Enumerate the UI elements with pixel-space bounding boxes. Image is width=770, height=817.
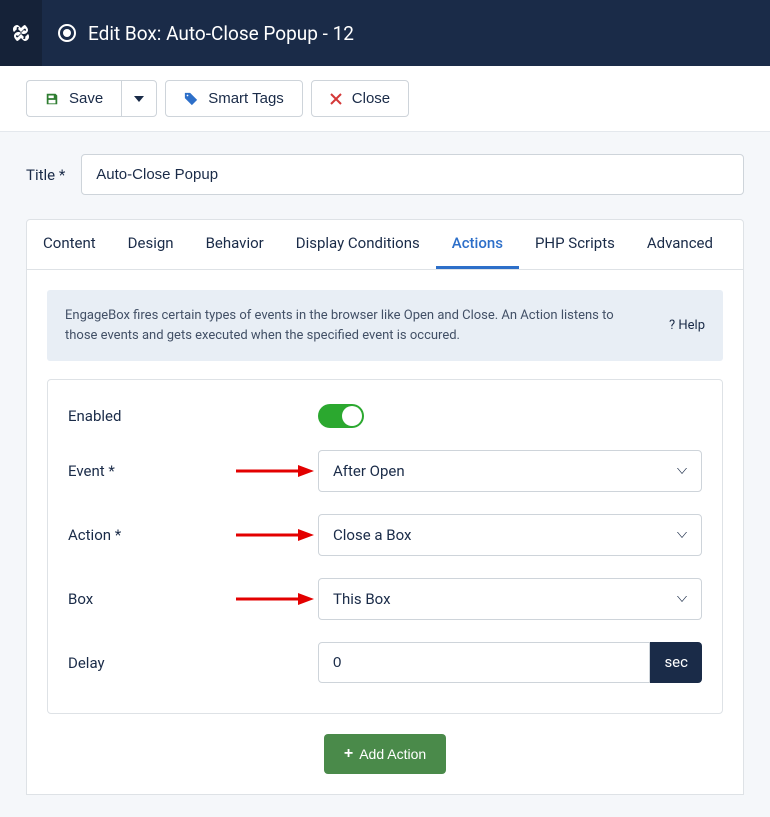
tab-php-scripts[interactable]: PHP Scripts [519, 220, 631, 269]
save-label: Save [69, 90, 103, 107]
row-event: Event * After Open [68, 450, 702, 492]
tab-content-panel: EngageBox fires certain types of events … [26, 270, 744, 795]
row-enabled: Enabled [68, 404, 702, 428]
info-banner: EngageBox fires certain types of events … [47, 290, 723, 361]
chevron-down-icon [677, 468, 687, 474]
annotation-arrow-icon [236, 528, 314, 542]
plus-icon: + [344, 745, 353, 763]
event-value: After Open [333, 462, 405, 480]
box-value: This Box [333, 590, 391, 608]
save-dropdown-button[interactable] [121, 80, 157, 117]
box-select[interactable]: This Box [318, 578, 702, 620]
tab-content[interactable]: Content [27, 220, 112, 269]
enabled-label: Enabled [68, 407, 318, 425]
tab-actions[interactable]: Actions [436, 220, 519, 269]
radio-icon [58, 24, 76, 42]
delay-label: Delay [68, 654, 318, 672]
tab-design[interactable]: Design [112, 220, 190, 269]
content-area: Title * Content Design Behavior Display … [0, 132, 770, 817]
title-input[interactable] [81, 154, 744, 195]
tag-icon [184, 92, 198, 106]
joomla-logo-icon [9, 21, 33, 45]
page-title-text: Edit Box: Auto-Close Popup - 12 [88, 22, 354, 45]
info-text: EngageBox fires certain types of events … [65, 306, 649, 345]
action-select[interactable]: Close a Box [318, 514, 702, 556]
enabled-toggle[interactable] [318, 404, 364, 428]
row-action: Action * Close a Box [68, 514, 702, 556]
chevron-down-icon [677, 532, 687, 538]
tab-display-conditions[interactable]: Display Conditions [280, 220, 436, 269]
close-label: Close [352, 90, 390, 107]
close-button[interactable]: Close [311, 80, 409, 117]
annotation-arrow-icon [236, 592, 314, 606]
delay-input-group: sec [318, 642, 702, 683]
help-link[interactable]: ? Help [669, 318, 705, 333]
delay-suffix: sec [650, 642, 702, 683]
row-delay: Delay sec [68, 642, 702, 683]
row-box: Box This Box [68, 578, 702, 620]
event-select[interactable]: After Open [318, 450, 702, 492]
save-button-group: Save [26, 80, 157, 117]
tabs: Content Design Behavior Display Conditio… [26, 219, 744, 270]
add-action-wrap: + Add Action [47, 734, 723, 774]
add-action-button[interactable]: + Add Action [324, 734, 446, 774]
title-row: Title * [26, 154, 744, 195]
topbar-title: Edit Box: Auto-Close Popup - 12 [58, 22, 354, 45]
annotation-arrow-icon [236, 464, 314, 478]
smart-tags-button[interactable]: Smart Tags [165, 80, 303, 117]
save-icon [45, 92, 59, 106]
toolbar: Save Smart Tags Close [0, 66, 770, 132]
chevron-down-icon [677, 596, 687, 602]
tab-advanced[interactable]: Advanced [631, 220, 729, 269]
tab-behavior[interactable]: Behavior [190, 220, 280, 269]
add-action-label: Add Action [359, 746, 426, 762]
joomla-icon[interactable] [0, 0, 42, 66]
close-icon [330, 93, 342, 105]
action-value: Close a Box [333, 526, 411, 544]
action-form-panel: Enabled Event * After Open Action * [47, 379, 723, 714]
delay-input[interactable] [318, 642, 650, 683]
save-button[interactable]: Save [26, 80, 121, 117]
title-label: Title * [26, 166, 65, 184]
smart-tags-label: Smart Tags [208, 90, 284, 107]
topbar: Edit Box: Auto-Close Popup - 12 [0, 0, 770, 66]
chevron-down-icon [134, 96, 144, 102]
